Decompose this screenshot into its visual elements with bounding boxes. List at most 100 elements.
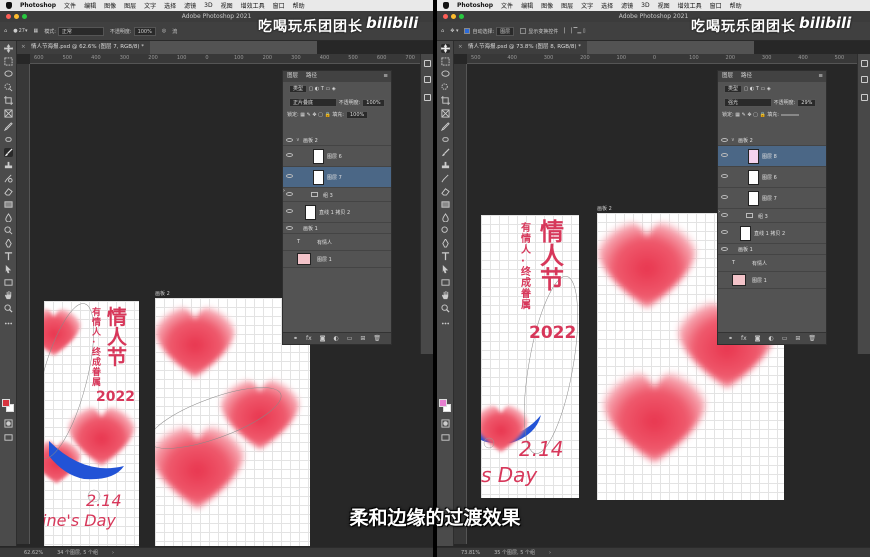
- rectangle-tool-icon[interactable]: [441, 278, 450, 287]
- chevron-right-icon[interactable]: ›: [721, 246, 723, 252]
- layer-row-selected[interactable]: 图层 7: [283, 167, 391, 188]
- status-arrow-icon[interactable]: ›: [112, 550, 114, 556]
- dodge-tool-icon[interactable]: [441, 226, 450, 235]
- foreground-color-swatch[interactable]: [2, 399, 10, 407]
- filter-icons[interactable]: ▢ ◐ T ▭ ◈: [309, 86, 336, 92]
- close-tab-icon[interactable]: ×: [458, 41, 463, 54]
- fx-icon[interactable]: fx: [306, 333, 312, 344]
- zoom-tool-icon[interactable]: [441, 304, 450, 313]
- chevron-down-icon[interactable]: ∨: [731, 137, 735, 143]
- show-transform-checkbox[interactable]: [520, 28, 527, 34]
- lock-icons[interactable]: ▦ ✎ ✥ ▢ 🔒: [300, 112, 330, 118]
- menu-window[interactable]: 窗口: [710, 1, 722, 10]
- link-icon[interactable]: ⚭: [728, 333, 733, 344]
- layer-row[interactable]: 直线 1 拷贝 2: [283, 202, 391, 223]
- minimize-window-button[interactable]: [14, 14, 19, 19]
- gradient-tool-icon[interactable]: [4, 200, 13, 209]
- visibility-eye-icon[interactable]: [286, 138, 293, 142]
- opacity-slider[interactable]: [780, 113, 799, 116]
- menu-app[interactable]: Photoshop: [20, 2, 56, 9]
- document-tab[interactable]: × 情人节海报.psd @ 62.6% (图层 7, RGB/8) *: [17, 41, 151, 54]
- auto-select-checkbox[interactable]: [464, 28, 471, 34]
- quick-select-tool-icon[interactable]: [441, 83, 450, 92]
- menu-edit[interactable]: 编辑: [521, 1, 533, 10]
- blend-mode-select[interactable]: 正片叠底: [289, 98, 337, 107]
- filter-icons[interactable]: ▢ ◐ T ▭ ◈: [744, 86, 771, 92]
- chevron-down-icon[interactable]: ∨: [296, 137, 300, 143]
- close-window-button[interactable]: [443, 14, 448, 19]
- new-layer-icon[interactable]: ⊞: [795, 333, 800, 344]
- document-info[interactable]: 35 个图层, 5 个组: [494, 550, 535, 556]
- home-icon[interactable]: ⌂: [441, 28, 444, 34]
- layer-row-selected[interactable]: 图层 8: [718, 146, 826, 167]
- hand-tool-icon[interactable]: [4, 291, 13, 300]
- blur-tool-icon[interactable]: [441, 213, 450, 223]
- fill-input[interactable]: 100%: [345, 111, 369, 119]
- screen-mode-icon[interactable]: [4, 433, 13, 442]
- more-tools-icon[interactable]: [4, 319, 13, 328]
- zoom-window-button[interactable]: [22, 14, 27, 19]
- visibility-eye-icon[interactable]: [286, 153, 293, 157]
- blur-tool-icon[interactable]: [4, 213, 13, 223]
- layer-row-group[interactable]: › 组 3: [718, 209, 826, 223]
- kind-filter[interactable]: 类型: [724, 85, 743, 93]
- menu-edit[interactable]: 编辑: [84, 1, 96, 10]
- pen-tool-icon[interactable]: [4, 238, 13, 248]
- status-arrow-icon[interactable]: ›: [549, 550, 551, 556]
- menu-layer[interactable]: 图层: [561, 1, 573, 10]
- dock-properties-icon[interactable]: [424, 76, 431, 83]
- artboard-1[interactable]: 情人节 有情人·终成眷属 2022 2.14 s Day: [481, 215, 579, 498]
- type-tool-icon[interactable]: [4, 252, 13, 261]
- new-layer-icon[interactable]: ⊞: [360, 333, 365, 344]
- menu-view[interactable]: 视图: [221, 1, 233, 10]
- new-group-icon[interactable]: ▭: [782, 333, 788, 344]
- menu-3d[interactable]: 3D: [204, 2, 212, 9]
- brush-preset-picker[interactable]: ● 27 ▾: [13, 28, 27, 34]
- move-tool-icon[interactable]: [441, 44, 450, 53]
- zoom-window-button[interactable]: [459, 14, 464, 19]
- visibility-eye-icon[interactable]: [721, 174, 728, 178]
- menu-file[interactable]: 文件: [64, 1, 76, 10]
- zoom-readout[interactable]: 73.81%: [461, 550, 480, 556]
- eyedropper-tool-icon[interactable]: [3, 122, 13, 132]
- clone-stamp-tool-icon[interactable]: [4, 161, 13, 170]
- marquee-tool-icon[interactable]: [441, 57, 450, 66]
- menu-plugins[interactable]: 增效工具: [241, 1, 265, 10]
- layer-row-artboard-1[interactable]: › 画板 1: [718, 244, 826, 255]
- lasso-tool-icon[interactable]: [441, 70, 450, 79]
- layer-row[interactable]: 图层 6: [283, 146, 391, 167]
- layer-row-artboard-1[interactable]: › 画板 1: [283, 223, 391, 234]
- panel-menu-icon[interactable]: ≡: [383, 71, 388, 82]
- pressure-opacity-icon[interactable]: ◎: [162, 28, 166, 34]
- layer-row[interactable]: 图层 7: [718, 188, 826, 209]
- close-window-button[interactable]: [6, 14, 11, 19]
- brush-tool-icon[interactable]: [441, 148, 450, 157]
- mask-icon[interactable]: ◙: [755, 333, 761, 344]
- foreground-color-swatch[interactable]: [439, 399, 447, 407]
- tab-layers[interactable]: 图层: [287, 73, 298, 79]
- visibility-eye-icon[interactable]: [286, 174, 293, 178]
- menu-file[interactable]: 文件: [501, 1, 513, 10]
- visibility-eye-icon[interactable]: [286, 209, 293, 213]
- panel-menu-icon[interactable]: ≡: [818, 71, 823, 82]
- align-icons[interactable]: ▏▕ ▔▁ ▯: [564, 28, 585, 34]
- layer-row-artboard-2[interactable]: ∨ 画板 2: [283, 135, 391, 146]
- frame-tool-icon[interactable]: [441, 109, 450, 118]
- new-group-icon[interactable]: ▭: [347, 333, 353, 344]
- type-tool-icon[interactable]: [441, 252, 450, 261]
- menu-app[interactable]: Photoshop: [457, 2, 493, 9]
- mode-select[interactable]: 正常: [57, 26, 104, 36]
- opacity-input[interactable]: 100%: [133, 26, 156, 36]
- document-tab[interactable]: × 情人节海报.psd @ 73.8% (图层 8, RGB/8) *: [454, 41, 588, 54]
- close-tab-icon[interactable]: ×: [21, 41, 26, 54]
- quick-select-tool-icon[interactable]: [4, 83, 13, 92]
- blend-mode-select[interactable]: 强光: [724, 98, 772, 107]
- mask-icon[interactable]: ◙: [320, 333, 326, 344]
- layer-row[interactable]: 图层 1: [718, 272, 826, 289]
- visibility-eye-icon[interactable]: [721, 153, 728, 157]
- layer-row-text[interactable]: T 有情人: [283, 234, 391, 251]
- layer-opacity-input[interactable]: 100%: [362, 99, 385, 107]
- apple-icon[interactable]: [443, 2, 449, 9]
- dock-layers-icon[interactable]: [861, 94, 868, 101]
- menu-image[interactable]: 图像: [541, 1, 553, 10]
